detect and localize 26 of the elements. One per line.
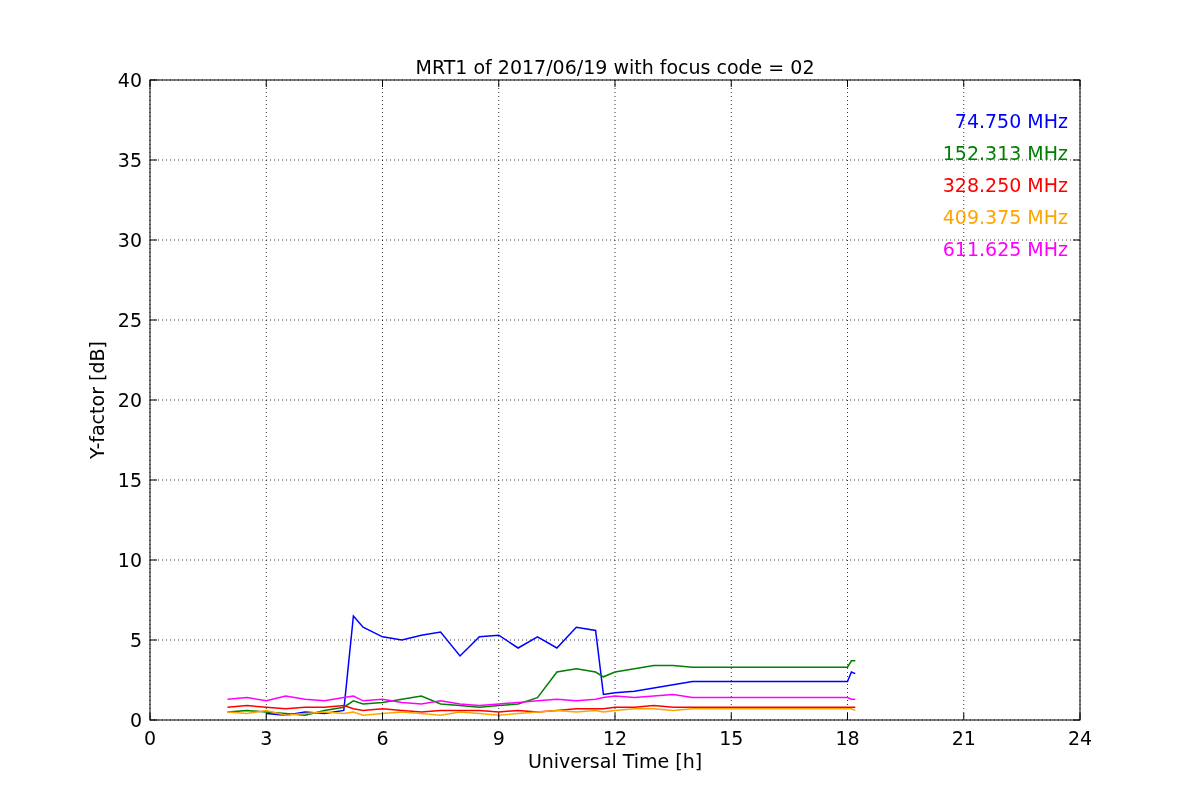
legend-label: 74.750 MHz xyxy=(954,110,1068,132)
axis-label: Y-factor [dB] xyxy=(86,341,108,459)
tick-label: 6 xyxy=(376,727,389,749)
tick-label: 25 xyxy=(117,309,142,331)
tick-label: 3 xyxy=(260,727,273,749)
legend-label: 152.313 MHz xyxy=(942,142,1068,164)
tick-label: 30 xyxy=(117,229,142,251)
tick-label: 5 xyxy=(129,629,142,651)
chart-title: MRT1 of 2017/06/19 with focus code = 02 xyxy=(415,56,815,78)
tick-label: 15 xyxy=(117,469,142,491)
tick-label: 40 xyxy=(117,69,142,91)
legend-label: 611.625 MHz xyxy=(942,238,1068,260)
tick-label: 24 xyxy=(1067,727,1093,749)
axis-label: Universal Time [h] xyxy=(527,750,703,772)
tick-label: 0 xyxy=(143,727,157,749)
tick-label: 20 xyxy=(117,389,142,411)
tick-label: 15 xyxy=(719,727,744,749)
tick-label: 9 xyxy=(492,727,505,749)
tick-label: 35 xyxy=(117,149,142,171)
legend-label: 409.375 MHz xyxy=(942,206,1068,228)
tick-label: 10 xyxy=(117,549,142,571)
tick-label: 21 xyxy=(951,727,976,749)
tick-label: 0 xyxy=(129,709,142,731)
legend-label: 328.250 MHz xyxy=(942,174,1068,196)
tick-label: 12 xyxy=(602,727,628,749)
tick-label: 18 xyxy=(835,727,860,749)
